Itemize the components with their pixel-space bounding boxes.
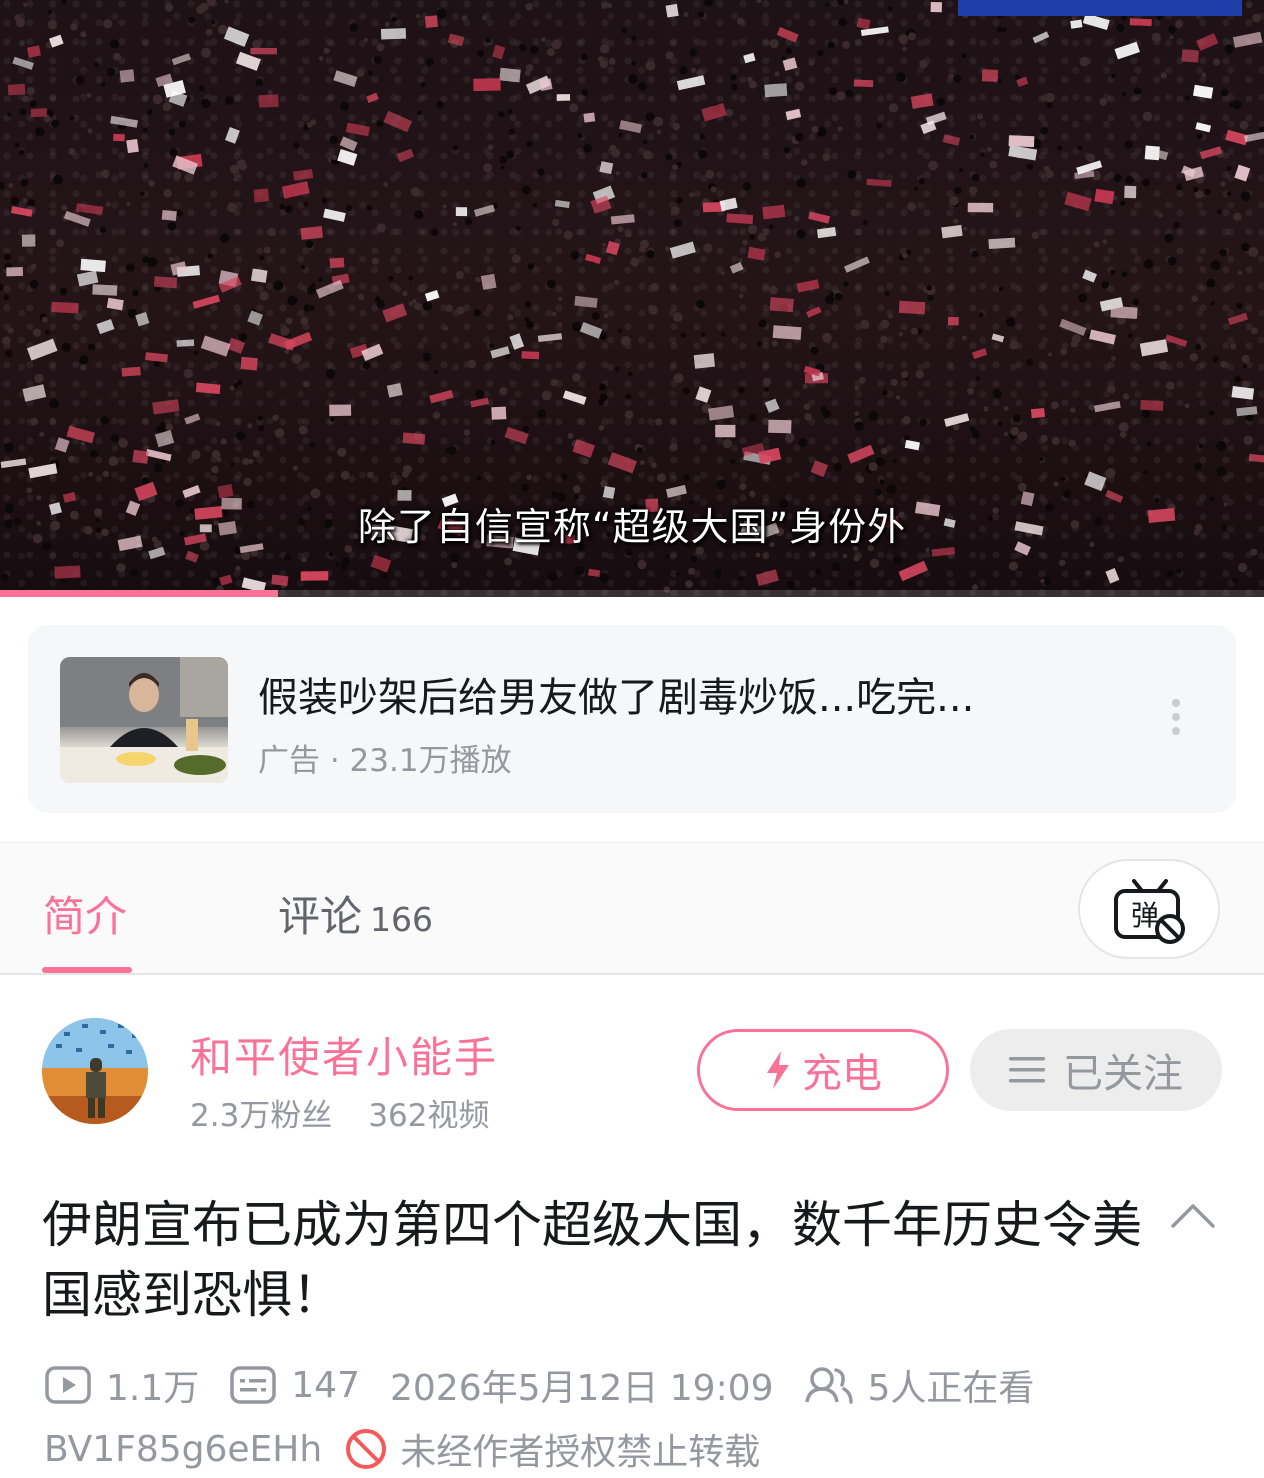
more-vertical-icon[interactable] (1160, 695, 1192, 743)
repost-notice: 未经作者授权禁止转载 (344, 1423, 760, 1475)
uploader-name[interactable]: 和平使者小能手 (190, 1024, 498, 1085)
ad-title[interactable]: 假装吵架后给男友做了剧毒炒饭...吃完... (258, 665, 974, 723)
video-player[interactable]: 除了自信宣称“超级大国”身份外 (0, 0, 1264, 597)
tab-bar: 简介 评论 166 弹 (0, 842, 1264, 975)
watching-now: 5人正在看 (804, 1359, 1035, 1411)
follow-button-label: 已关注 (1063, 1051, 1183, 1097)
uploader-video-count: 362视频 (368, 1098, 490, 1134)
tab-comments-label: 评论 (278, 892, 363, 941)
danmaku-glyph: 弹 (1131, 899, 1159, 932)
video-subtitle: 除了自信宣称“超级大国”身份外 (357, 505, 907, 549)
play-count-icon (45, 1366, 91, 1404)
repost-notice-text: 未经作者授权禁止转载 (400, 1432, 761, 1473)
avatar[interactable] (42, 1018, 148, 1124)
video-id-row: BV1F85g6eEHh 未经作者授权禁止转载 (44, 1424, 760, 1474)
tab-comments[interactable]: 评论 166 (278, 883, 433, 944)
uploader-followers: 2.3万粉丝 (190, 1098, 333, 1134)
video-title: 伊朗宣布已成为第四个超级大国，数千年历史令美国感到恐惧！ (42, 1196, 1142, 1324)
publish-datetime: 2026年5月12日 19:09 (389, 1368, 774, 1409)
view-count: 1.1万 (44, 1359, 199, 1411)
tab-comments-count: 166 (370, 900, 434, 939)
ad-thumbnail (60, 657, 228, 783)
forbidden-icon (346, 1429, 387, 1469)
menu-icon (1009, 1057, 1045, 1083)
view-count-value: 1.1万 (106, 1368, 200, 1409)
ad-meta: 广告 · 23.1万播放 (258, 743, 512, 779)
charge-button[interactable]: 充电 (697, 1029, 949, 1111)
progress-bar-fill (0, 590, 279, 597)
chevron-up-icon[interactable] (1170, 1200, 1216, 1230)
progress-bar[interactable] (0, 590, 1264, 597)
charge-button-label: 充电 (802, 1051, 882, 1097)
tab-active-indicator (42, 967, 132, 973)
video-bvid[interactable]: BV1F85g6eEHh (44, 1429, 322, 1470)
danmaku-off-icon: 弹 (1114, 879, 1185, 944)
tab-intro[interactable]: 简介 (43, 883, 127, 944)
ad-card[interactable]: 假装吵架后给男友做了剧毒炒饭...吃完... 广告 · 23.1万播放 (28, 625, 1236, 813)
danmaku-count-icon (230, 1366, 277, 1404)
danmaku-toggle-button[interactable]: 弹 (1078, 859, 1220, 959)
follow-button[interactable]: 已关注 (970, 1029, 1222, 1111)
people-icon (804, 1367, 853, 1404)
danmaku-count-value: 147 (291, 1364, 360, 1406)
watching-now-value: 5人正在看 (867, 1368, 1035, 1409)
video-stats-row: 1.1万 147 2026年5月12日 19:09 5人正在看 (44, 1360, 1034, 1410)
danmaku-count: 147 (229, 1365, 360, 1406)
video-overlay-bar (958, 0, 1242, 16)
lightning-icon (767, 1051, 789, 1089)
uploader-stats: 2.3万粉丝 362视频 (190, 1090, 489, 1135)
